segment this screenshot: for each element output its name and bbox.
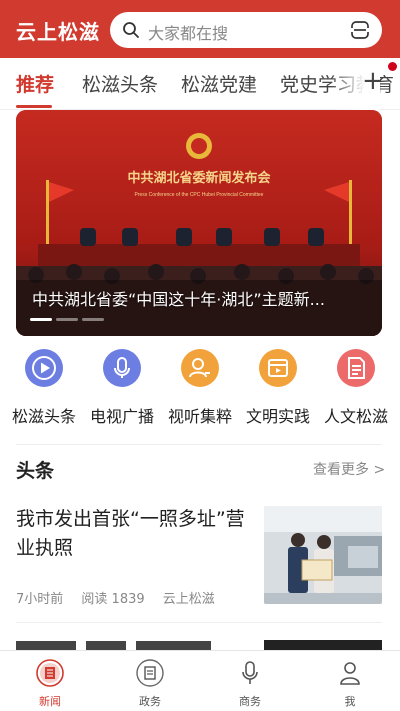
nav-news[interactable]: 新闻	[0, 651, 100, 711]
news-source: 云上松滋	[162, 592, 215, 607]
app-header: 云上松滋 大家都在搜	[0, 0, 400, 58]
carousel-dot[interactable]	[82, 318, 104, 321]
channel-tabs: 推荐 松滋头条 松滋党建 党史学习教育 +	[0, 58, 400, 110]
section-title: 头条	[16, 460, 55, 482]
nav-government[interactable]: 政务	[100, 651, 200, 711]
section-divider	[16, 444, 382, 445]
news-meta: 7小时前 阅读 1839 云上松滋	[16, 588, 229, 607]
profile-icon	[340, 662, 360, 685]
search-icon	[123, 22, 139, 38]
search-input[interactable]: 大家都在搜	[110, 12, 382, 48]
nav-label: 我	[344, 695, 356, 708]
quick-link-tv-radio[interactable]: 电视广播	[84, 345, 160, 435]
film-icon	[268, 359, 288, 377]
carousel-dot[interactable]	[56, 318, 78, 321]
add-channel-button[interactable]: +	[362, 68, 384, 94]
news-icon	[36, 659, 64, 687]
carousel-dot[interactable]	[30, 318, 52, 321]
user-profile-icon	[189, 358, 210, 378]
news-thumbnail-image	[264, 506, 382, 604]
scan-icon[interactable]	[350, 20, 370, 40]
microphone-icon	[114, 357, 130, 378]
nav-me[interactable]: 我	[300, 651, 400, 711]
quick-links: 松滋头条 电视广播 视听集粹 文明实践 人文松滋	[0, 345, 400, 435]
tab-recommend[interactable]: 推荐	[16, 70, 54, 97]
nav-label: 政务	[139, 695, 161, 708]
quick-link-audiovisual[interactable]: 视听集粹	[162, 345, 238, 435]
notification-dot	[388, 62, 397, 71]
document-icon	[348, 357, 365, 379]
banner-carousel[interactable]: 中共湖北省委新闻发布会 Press Conference of the CPC …	[16, 110, 382, 336]
quick-link-label: 文明实践	[245, 407, 310, 426]
nav-label: 商务	[239, 695, 261, 708]
news-divider	[16, 622, 382, 623]
banner-backdrop-title: 中共湖北省委新闻发布会	[127, 170, 271, 185]
quick-link-label: 视听集粹	[167, 407, 232, 426]
quick-link-label: 松滋头条	[11, 407, 76, 426]
news-item[interactable]: 我市发出首张“一照多址”营业执照 7小时前 阅读 1839 云上松滋	[16, 505, 382, 617]
app-title: 云上松滋	[16, 20, 100, 44]
nav-business[interactable]: 商务	[200, 651, 300, 711]
quick-link-label: 人文松滋	[323, 407, 388, 426]
microphone-icon	[242, 661, 258, 684]
tab-songzi-party[interactable]: 松滋党建	[181, 70, 257, 97]
nav-label: 新闻	[39, 695, 61, 708]
play-icon	[32, 356, 56, 380]
news-thumbnail[interactable]	[264, 506, 382, 604]
quick-link-songzi-headlines[interactable]: 松滋头条	[6, 345, 82, 435]
news-title[interactable]: 我市发出首张“一照多址”营业执照	[16, 505, 248, 563]
search-placeholder: 大家都在搜	[148, 24, 229, 43]
banner-backdrop-subtitle: Press Conference of the CPC Hubei Provin…	[135, 192, 264, 198]
tab-songzi-headlines[interactable]: 松滋头条	[82, 70, 158, 97]
see-more-link[interactable]: 查看更多 >	[313, 459, 385, 479]
government-icon	[136, 659, 164, 687]
active-tab-indicator	[16, 105, 52, 108]
news-time: 7小时前	[16, 592, 64, 607]
banner-caption[interactable]: 中共湖北省委“中国这十年·湖北”主题新...	[32, 286, 372, 310]
quick-link-label: 电视广播	[89, 407, 154, 426]
next-news-peek	[16, 636, 248, 650]
quick-link-culture[interactable]: 人文松滋	[318, 345, 394, 435]
news-reads: 阅读 1839	[81, 592, 145, 607]
quick-link-civilization[interactable]: 文明实践	[240, 345, 316, 435]
bottom-navigation: 新闻 政务 商务 我	[0, 650, 400, 711]
